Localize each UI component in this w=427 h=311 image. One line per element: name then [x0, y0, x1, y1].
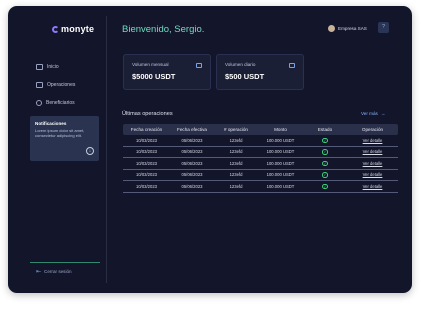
sidebar-item-inicio[interactable]: Inicio	[36, 58, 75, 76]
logo[interactable]: monyte	[52, 24, 94, 34]
column-header: Estado	[317, 127, 333, 132]
status-cell: ✓	[303, 160, 347, 166]
table-header: Fecha creación Fecha efectiva # operació…	[123, 124, 398, 135]
avatar	[328, 25, 335, 32]
check-circle-icon: ✓	[322, 183, 328, 189]
sidebar-separator	[30, 262, 100, 263]
monthly-volume-card: Volumen mensual $5000 USDT	[123, 54, 211, 90]
see-more-link[interactable]: Ver más →	[361, 111, 385, 116]
operation-id: 123efd	[229, 160, 243, 166]
created-date: 10/03/2023	[136, 149, 157, 155]
status-cell: ✓	[303, 149, 347, 155]
check-circle-icon: ✓	[322, 172, 328, 178]
logout-icon: ⇤	[36, 269, 42, 275]
logo-text: monyte	[61, 24, 95, 34]
logout-button[interactable]: ⇤ Cerrar sesión	[36, 268, 72, 275]
view-detail-link[interactable]: Ver detalle	[347, 172, 398, 177]
effective-date: 05/06/2023	[181, 160, 203, 166]
arrow-down-icon[interactable]: ↓	[86, 147, 94, 155]
created-date: 10/03/2023	[136, 160, 157, 166]
view-detail-link[interactable]: Ver detalle	[347, 184, 398, 189]
arrow-right-icon: →	[380, 111, 386, 116]
amount: 100.000 USDT	[266, 183, 295, 189]
export-icon[interactable]	[196, 63, 202, 68]
effective-date: 05/06/2023	[181, 183, 203, 189]
operations-table: Fecha creación Fecha efectiva # operació…	[123, 124, 398, 193]
help-button[interactable]: ?	[378, 22, 389, 33]
view-detail-link[interactable]: Ver detalle	[347, 161, 398, 166]
card-value: $500 USDT	[225, 72, 265, 81]
sidebar-nav: Inicio Operaciones Beneficiarios	[36, 58, 75, 112]
created-date: 10/03/2023	[136, 137, 157, 143]
table-row: 10/03/2023 05/06/2023 123efd 100.000 USD…	[123, 170, 398, 181]
operation-id: 123efd	[229, 137, 243, 143]
operations-icon	[36, 82, 43, 88]
column-header: # operación	[223, 127, 248, 132]
operations-title: Últimas operaciones	[122, 111, 173, 117]
table-row: 10/03/2023 05/06/2023 123efd 100.000 USD…	[123, 158, 398, 170]
card-value: $5000 USDT	[132, 72, 176, 81]
column-header: Fecha efectiva	[177, 127, 207, 132]
sidebar-divider	[106, 16, 107, 283]
page-title: Bienvenido, Sergio.	[122, 24, 205, 35]
table-row: 10/03/2023 05/06/2023 123efd 100.000 USD…	[123, 181, 398, 193]
sidebar-item-label: Beneficiarios	[46, 100, 75, 106]
logo-icon	[52, 25, 59, 33]
company-selector[interactable]: Empresa SAS	[328, 25, 367, 32]
column-header: Operación	[361, 127, 384, 132]
column-header: Fecha creación	[130, 127, 163, 132]
amount: 100.000 USDT	[266, 149, 295, 155]
card-label: Volumen mensual	[132, 62, 169, 67]
daily-volume-card: Volumen diario $500 USDT	[216, 54, 304, 90]
table-row: 10/03/2023 05/06/2023 123efd 100.000 USD…	[123, 147, 398, 158]
company-name: Empresa SAS	[338, 26, 367, 31]
status-cell: ✓	[303, 183, 347, 189]
app-window: monyte Inicio Operaciones Beneficiarios …	[8, 6, 412, 293]
notification-text: Lorem ipsum dolor sit amet, consectetur …	[35, 128, 85, 138]
sidebar-item-operaciones[interactable]: Operaciones	[36, 76, 75, 94]
status-cell: ✓	[303, 137, 347, 143]
table-row: 10/03/2023 05/06/2023 123efd 100.000 USD…	[123, 135, 398, 147]
card-label: Volumen diario	[225, 62, 256, 67]
logout-label: Cerrar sesión	[44, 269, 72, 274]
view-detail-link[interactable]: Ver detalle	[347, 149, 398, 154]
column-header: Monto	[274, 127, 287, 132]
see-more-label: Ver más	[361, 111, 378, 116]
notification-title: Notificaciones	[35, 121, 67, 126]
effective-date: 05/06/2023	[181, 172, 203, 178]
home-icon	[36, 64, 43, 70]
sidebar-item-beneficiarios[interactable]: Beneficiarios	[36, 94, 75, 112]
chat-icon[interactable]	[289, 63, 295, 68]
sidebar-item-label: Inicio	[47, 64, 59, 70]
created-date: 10/03/2023	[136, 183, 157, 189]
amount: 100.000 USDT	[266, 137, 295, 143]
created-date: 10/03/2023	[136, 172, 157, 178]
sidebar-item-label: Operaciones	[47, 82, 76, 88]
view-detail-link[interactable]: Ver detalle	[347, 138, 398, 143]
effective-date: 05/06/2023	[181, 149, 203, 155]
operation-id: 123efd	[229, 183, 243, 189]
sidebar: monyte Inicio Operaciones Beneficiarios …	[8, 6, 107, 293]
check-circle-icon: ✓	[322, 149, 328, 155]
check-circle-icon: ✓	[322, 160, 328, 166]
notification-card: Notificaciones Lorem ipsum dolor sit ame…	[30, 116, 99, 161]
check-circle-icon: ✓	[322, 137, 328, 143]
operation-id: 123efd	[229, 149, 243, 155]
users-icon	[36, 100, 42, 106]
status-cell: ✓	[303, 172, 347, 178]
amount: 100.000 USDT	[266, 160, 295, 166]
effective-date: 05/06/2023	[181, 137, 203, 143]
operation-id: 123efd	[229, 172, 243, 178]
amount: 100.000 USDT	[266, 172, 295, 178]
